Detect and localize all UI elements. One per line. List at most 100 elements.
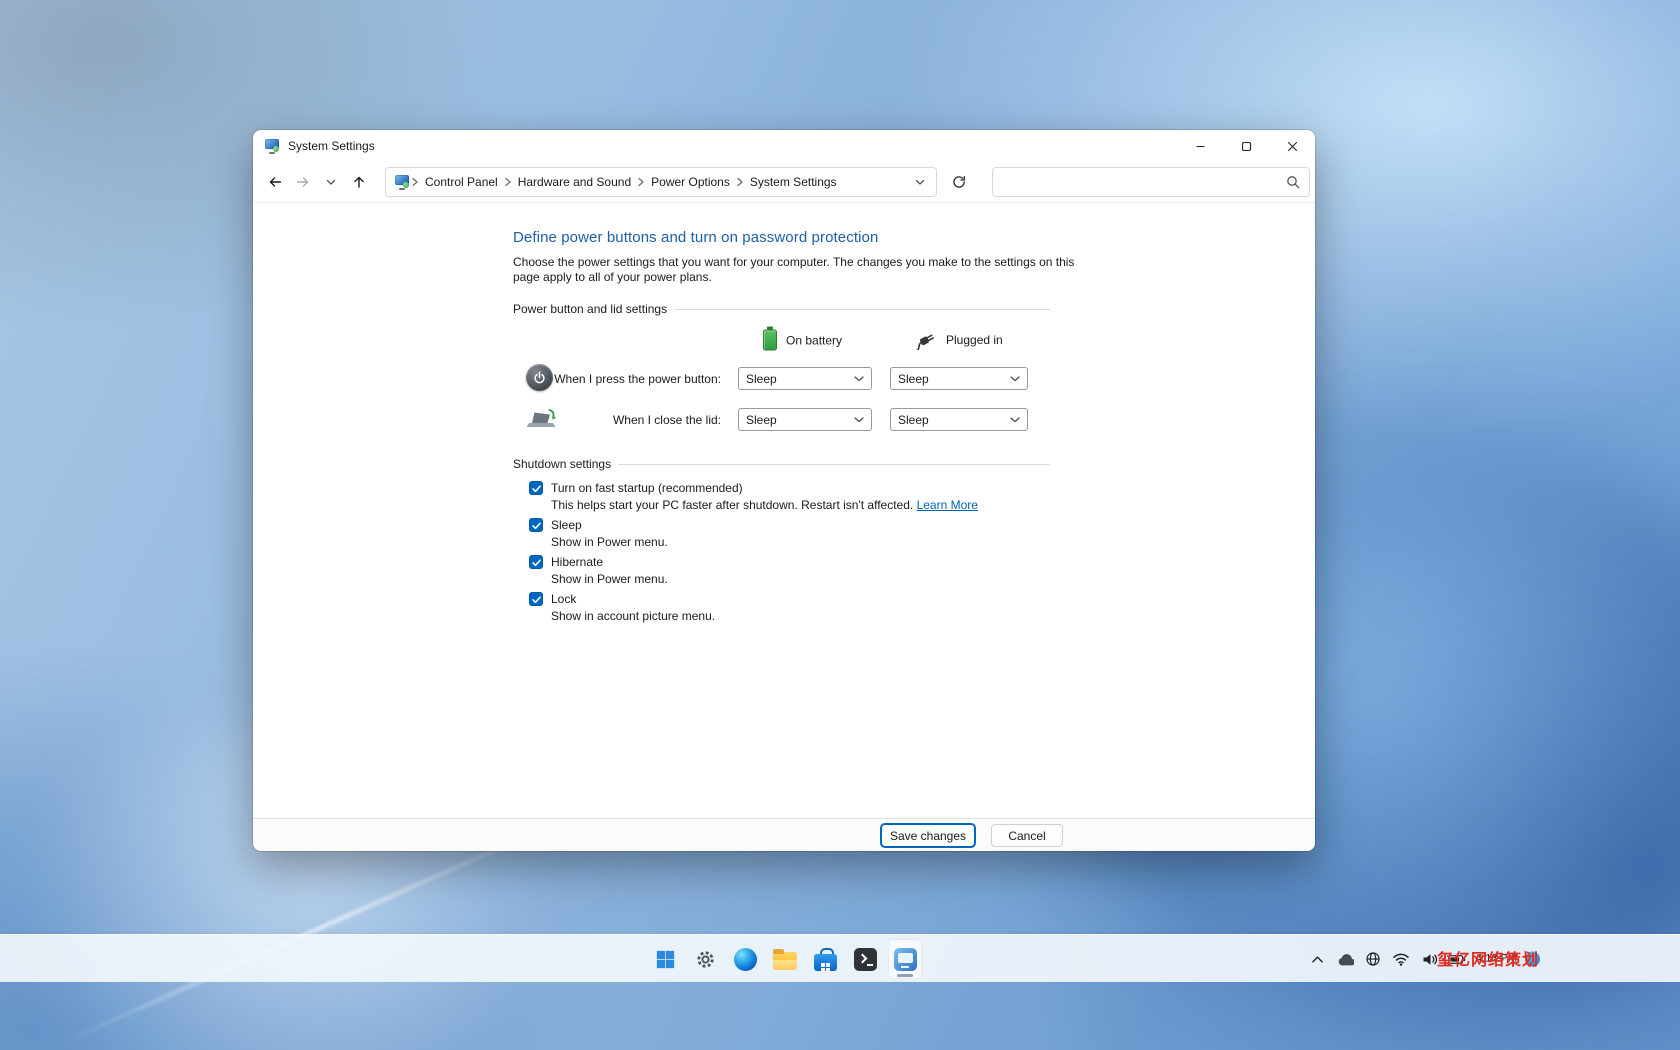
section-divider	[674, 309, 1050, 310]
cancel-button[interactable]: Cancel	[991, 824, 1063, 847]
address-bar[interactable]: Control Panel Hardware and Sound Power O…	[385, 167, 937, 197]
check-icon	[531, 520, 542, 531]
select-value: Sleep	[898, 413, 929, 427]
lock-description: Show in account picture menu.	[513, 609, 1315, 623]
file-explorer-taskbar-button[interactable]	[768, 939, 802, 979]
power-button-icon	[526, 364, 553, 391]
hibernate-description: Show in Power menu.	[513, 572, 1315, 586]
taskbar: 4:13 PM	[0, 934, 1680, 982]
search-icon[interactable]	[1285, 174, 1301, 190]
on-battery-header: On battery	[763, 330, 842, 351]
chevron-down-icon	[854, 417, 864, 423]
up-arrow-icon	[351, 174, 367, 190]
chevron-down-icon	[325, 176, 337, 188]
start-button[interactable]	[648, 939, 682, 979]
power-button-row: When I press the power button: Sleep Sle…	[513, 358, 1050, 399]
fast-startup-description-text: This helps start your PC faster after sh…	[551, 498, 913, 512]
terminal-taskbar-button[interactable]	[848, 939, 882, 979]
close-lid-row: When I close the lid: Sleep Sleep	[513, 399, 1050, 440]
learn-more-link[interactable]: Learn More	[917, 498, 978, 512]
back-button[interactable]	[261, 168, 289, 196]
intro-text: Choose the power settings that you want …	[513, 255, 1315, 285]
close-lid-plugged-in-select[interactable]: Sleep	[890, 408, 1028, 431]
address-dropdown-button[interactable]	[908, 170, 932, 194]
fast-startup-description: This helps start your PC faster after sh…	[513, 498, 1315, 512]
select-value: Sleep	[898, 372, 929, 386]
forward-arrow-icon	[295, 174, 311, 190]
store-bag-icon	[814, 948, 837, 971]
chevron-down-icon	[1010, 417, 1020, 423]
plugged-in-label: Plugged in	[946, 333, 1003, 347]
chevron-down-icon	[854, 376, 864, 382]
minimize-button[interactable]	[1177, 130, 1223, 162]
onedrive-tray-button[interactable]	[1336, 947, 1354, 971]
recent-pages-button[interactable]	[317, 168, 345, 196]
power-section-title: Power button and lid settings	[513, 302, 667, 316]
taskbar-icons	[645, 935, 925, 983]
intro-line: Choose the power settings that you want …	[513, 255, 1315, 270]
edge-taskbar-button[interactable]	[728, 939, 762, 979]
breadcrumb-separator-icon	[503, 176, 513, 188]
plug-icon	[911, 330, 937, 350]
caption-buttons	[1177, 130, 1315, 162]
hibernate-checkbox[interactable]	[529, 555, 543, 569]
settings-taskbar-button[interactable]	[688, 939, 722, 979]
wifi-tray-button[interactable]	[1392, 947, 1410, 971]
up-button[interactable]	[345, 168, 373, 196]
terminal-icon	[854, 948, 877, 971]
search-input[interactable]	[1001, 175, 1285, 189]
fast-startup-option: Turn on fast startup (recommended) This …	[513, 481, 1315, 512]
toolbar: Control Panel Hardware and Sound Power O…	[253, 162, 1315, 203]
power-button-on-battery-select[interactable]: Sleep	[738, 367, 872, 390]
chevron-down-icon	[1010, 376, 1020, 382]
breadcrumb-item-hardware-and-sound[interactable]: Hardware and Sound	[513, 175, 636, 189]
microsoft-store-taskbar-button[interactable]	[808, 939, 842, 979]
folder-icon	[773, 952, 797, 970]
maximize-button[interactable]	[1223, 130, 1269, 162]
check-icon	[531, 594, 542, 605]
select-value: Sleep	[746, 413, 777, 427]
power-button-plugged-in-select[interactable]: Sleep	[890, 367, 1028, 390]
sleep-checkbox[interactable]	[529, 518, 543, 532]
window-icon	[264, 138, 280, 154]
titlebar: System Settings	[253, 130, 1315, 162]
active-app-taskbar-button[interactable]	[888, 939, 922, 979]
fast-startup-checkbox[interactable]	[529, 481, 543, 495]
close-button[interactable]	[1269, 130, 1315, 162]
speaker-icon	[1421, 952, 1438, 967]
system-settings-window: System Settings	[253, 130, 1315, 851]
sleep-option: Sleep Show in Power menu.	[513, 518, 1315, 549]
column-headers: On battery Plugged in	[513, 322, 1050, 358]
plugged-in-header: Plugged in	[911, 330, 1003, 350]
desktop: System Settings	[0, 0, 1680, 1050]
shutdown-section-header: Shutdown settings	[513, 457, 1050, 471]
shutdown-section-title: Shutdown settings	[513, 457, 611, 471]
watermark-text: 玺亿网络策划	[1437, 946, 1539, 970]
breadcrumb-item-power-options[interactable]: Power Options	[646, 175, 735, 189]
breadcrumb-separator-icon	[636, 176, 646, 188]
close-lid-on-battery-select[interactable]: Sleep	[738, 408, 872, 431]
search-box	[992, 167, 1310, 197]
back-arrow-icon	[267, 174, 283, 190]
volume-tray-button[interactable]	[1420, 947, 1438, 971]
chevron-down-icon	[914, 176, 926, 188]
close-icon	[1284, 138, 1300, 154]
intro-line: page apply to all of your power plans.	[513, 270, 1315, 285]
breadcrumb-item-system-settings[interactable]: System Settings	[745, 175, 842, 189]
shutdown-options: Turn on fast startup (recommended) This …	[513, 481, 1315, 623]
gear-icon	[694, 948, 717, 971]
hidden-icons-button[interactable]	[1308, 947, 1326, 971]
refresh-button[interactable]	[945, 168, 973, 196]
on-battery-label: On battery	[786, 333, 842, 347]
hibernate-option: Hibernate Show in Power menu.	[513, 555, 1315, 586]
maximize-icon	[1238, 138, 1254, 154]
power-section-header: Power button and lid settings	[513, 302, 1050, 316]
lock-checkbox[interactable]	[529, 592, 543, 606]
save-changes-button[interactable]: Save changes	[881, 824, 975, 847]
edge-browser-icon	[734, 948, 757, 971]
breadcrumb-item-control-panel[interactable]: Control Panel	[420, 175, 503, 189]
network-tray-button[interactable]	[1364, 947, 1382, 971]
hibernate-label: Hibernate	[551, 555, 603, 569]
breadcrumb-separator-icon	[735, 176, 745, 188]
windows-logo-icon	[654, 948, 677, 971]
